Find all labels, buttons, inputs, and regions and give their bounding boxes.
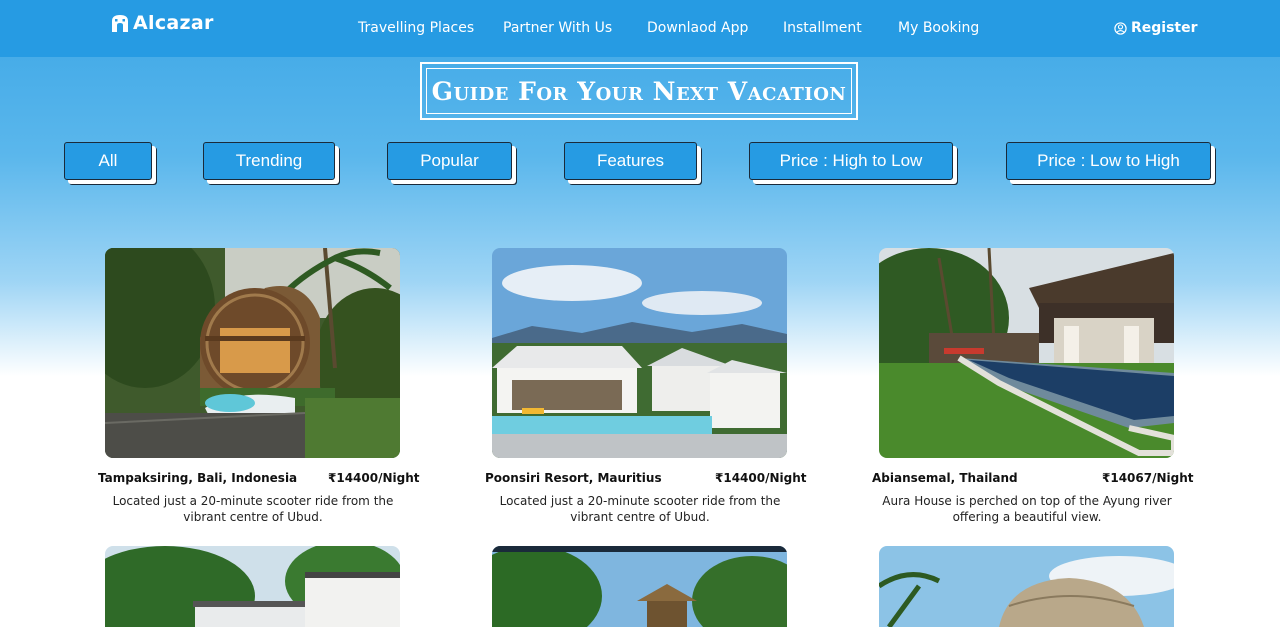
filter-price-high-low-button[interactable]: Price : High to Low [749, 142, 953, 180]
card-price: ₹14067/Night [1102, 471, 1194, 485]
filter-features-button[interactable]: Features [564, 142, 697, 180]
hero-title-inner-frame: Guide For Your Next Vacation [426, 68, 852, 114]
user-icon [1114, 21, 1127, 35]
card-image-thailand[interactable] [879, 248, 1174, 458]
brand-name: Alcazar [133, 12, 214, 34]
card-image-row2-3[interactable] [879, 546, 1174, 627]
card-location: Tampaksiring, Bali, Indonesia [98, 471, 298, 485]
card-image-mauritius[interactable] [492, 248, 787, 458]
nav-partner-with-us[interactable]: Partner With Us [503, 20, 612, 36]
filter-price-low-high-button[interactable]: Price : Low to High [1006, 142, 1211, 180]
card-image-bali[interactable] [105, 248, 400, 458]
nav-installment[interactable]: Installment [783, 20, 862, 36]
card-price: ₹14400/Night [328, 471, 420, 485]
register-button[interactable]: Register [1114, 20, 1198, 36]
nav-my-booking[interactable]: My Booking [898, 20, 979, 36]
register-label: Register [1131, 20, 1198, 36]
nav-travelling-places[interactable]: Travelling Places [358, 20, 474, 36]
card-location: Abiansemal, Thailand [872, 471, 1018, 485]
card-image-row2-2[interactable] [492, 546, 787, 627]
card-location: Poonsiri Resort, Mauritius [485, 471, 662, 485]
card-price: ₹14400/Night [715, 471, 807, 485]
filter-all-button[interactable]: All [64, 142, 152, 180]
filter-popular-button[interactable]: Popular [387, 142, 512, 180]
hero-title-frame: Guide For Your Next Vacation [420, 62, 858, 120]
filter-trending-button[interactable]: Trending [203, 142, 335, 180]
card-image-row2-1[interactable] [105, 546, 400, 627]
brand-icon [112, 15, 128, 32]
card-description: Located just a 20-minute scooter ride fr… [112, 494, 394, 524]
card-description: Located just a 20-minute scooter ride fr… [499, 494, 781, 524]
card-description: Aura House is perched on top of the Ayun… [882, 494, 1172, 524]
hero-title: Guide For Your Next Vacation [431, 76, 847, 106]
nav-download-app[interactable]: Downlaod App [647, 20, 748, 36]
brand-logo[interactable]: Alcazar [110, 12, 214, 34]
top-navbar: Alcazar Travelling Places Partner With U… [0, 0, 1280, 57]
